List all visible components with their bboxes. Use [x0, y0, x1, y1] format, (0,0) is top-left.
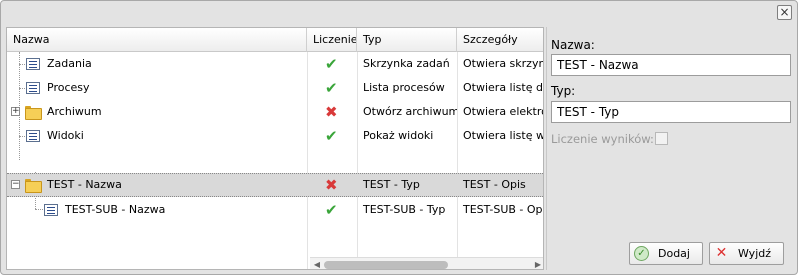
row-details: TEST-SUB - Opis: [463, 203, 544, 216]
row-name: Archiwum: [47, 105, 102, 118]
row-type: Lista procesów: [363, 81, 445, 94]
list-item-icon: [26, 82, 40, 94]
column-header-count[interactable]: Liczenie: [307, 28, 357, 52]
add-button[interactable]: ✓ Dodaj: [629, 242, 703, 265]
folder-open-icon: [25, 179, 42, 193]
name-label: Nazwa:: [551, 38, 595, 52]
tree-row-archiwum[interactable]: + Archiwum ✖ Otwórz archiwum Otwiera ele…: [7, 100, 543, 124]
row-name: Zadania: [47, 57, 92, 70]
tree-row-procesy[interactable]: Procesy ✔ Lista procesów Otwiera listę d…: [7, 76, 543, 100]
cross-icon: ✖: [325, 103, 338, 121]
column-header-details[interactable]: Szczegóły: [457, 28, 543, 52]
grid-header: Nazwa Liczenie Typ Szczegóły: [7, 28, 543, 52]
exit-button[interactable]: ✕ Wyjdź: [709, 242, 784, 265]
add-button-label: Dodaj: [658, 247, 690, 260]
row-details: Otwiera listę do: [463, 81, 544, 94]
cross-icon: ✖: [325, 176, 338, 194]
row-type: TEST - Typ: [363, 178, 420, 191]
grid-body: Zadania ✔ Skrzynka zadań Otwiera skrzynk…: [7, 52, 543, 269]
type-label: Typ:: [551, 84, 576, 98]
details-panel: Nazwa: Typ: Liczenie wyników: ✓ Dodaj ✕ …: [546, 27, 794, 270]
row-type: Otwórz archiwum: [363, 105, 457, 118]
ok-icon: ✓: [634, 246, 649, 261]
exit-button-label: Wyjdź: [738, 247, 772, 260]
close-button[interactable]: ×: [777, 5, 792, 20]
row-name: TEST - Nazwa: [47, 178, 122, 191]
row-name: Procesy: [47, 81, 90, 94]
row-details: Otwiera elektron: [463, 105, 543, 118]
title-bar: ×: [1, 1, 797, 25]
row-name: Widoki: [47, 129, 84, 142]
tree-row-test-sub-nazwa[interactable]: TEST-SUB - Nazwa ✔ TEST-SUB - Typ TEST-S…: [7, 198, 543, 222]
tree-row-test-nazwa[interactable]: − TEST - Nazwa ✖ TEST - Typ TEST - Opis: [7, 173, 543, 197]
count-results-label: Liczenie wyników:: [551, 132, 654, 146]
type-field[interactable]: [551, 101, 791, 123]
list-item-icon: [44, 204, 58, 216]
tree-grid[interactable]: Nazwa Liczenie Typ Szczegóły Zadania ✔ S…: [6, 27, 544, 270]
expand-icon[interactable]: +: [11, 107, 20, 116]
check-icon: ✔: [325, 55, 338, 73]
horizontal-scrollbar[interactable]: ◀ ▶: [310, 257, 543, 269]
scroll-right-icon[interactable]: ▶: [532, 259, 543, 269]
column-header-type[interactable]: Typ: [357, 28, 457, 52]
collapse-icon[interactable]: −: [11, 180, 20, 189]
scroll-thumb[interactable]: [324, 261, 448, 269]
folder-icon: [25, 106, 42, 120]
row-type: TEST-SUB - Typ: [363, 203, 446, 216]
dialog-window: × Nazwa Liczenie Typ Szczegóły Zadania ✔…: [0, 0, 798, 275]
check-icon: ✔: [325, 201, 338, 219]
count-results-checkbox[interactable]: [655, 132, 668, 145]
row-type: Pokaż widoki: [363, 129, 434, 142]
row-name: TEST-SUB - Nazwa: [65, 203, 166, 216]
list-item-icon: [26, 130, 40, 142]
name-field[interactable]: [551, 54, 791, 76]
check-icon: ✔: [325, 79, 338, 97]
row-details: Otwiera skrzynk: [463, 57, 544, 70]
check-icon: ✔: [325, 127, 338, 145]
list-item-icon: [26, 58, 40, 70]
close-icon: ×: [779, 5, 790, 19]
row-type: Skrzynka zadań: [363, 57, 450, 70]
tree-row-widoki[interactable]: Widoki ✔ Pokaż widoki Otwiera listę ws: [7, 124, 543, 148]
cancel-icon: ✕: [715, 245, 728, 261]
column-header-name[interactable]: Nazwa: [7, 28, 307, 52]
row-details: Otwiera listę ws: [463, 129, 544, 142]
tree-row-zadania[interactable]: Zadania ✔ Skrzynka zadań Otwiera skrzynk: [7, 52, 543, 76]
scroll-left-icon[interactable]: ◀: [311, 259, 323, 269]
row-details: TEST - Opis: [463, 178, 526, 191]
